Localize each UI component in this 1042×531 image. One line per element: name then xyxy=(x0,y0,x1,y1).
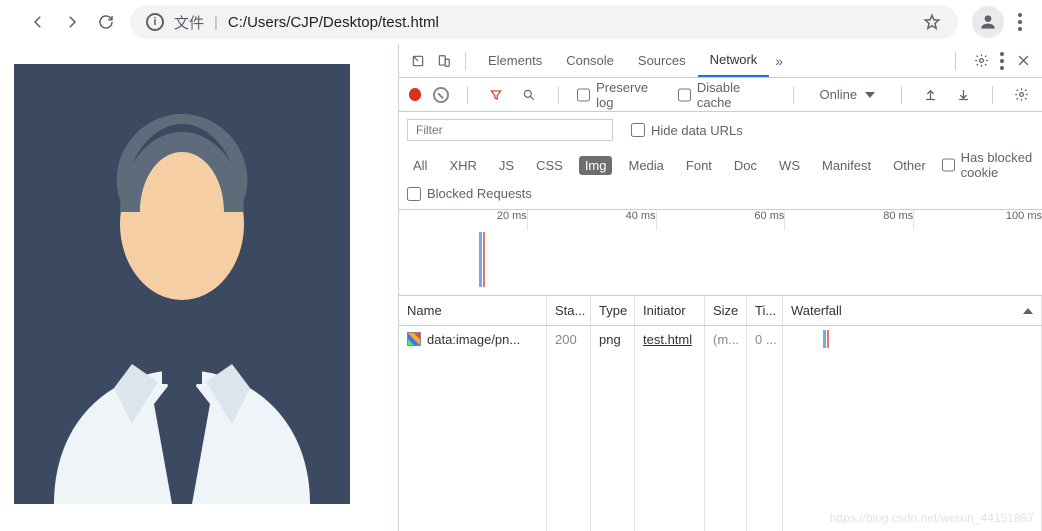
profile-avatar-icon[interactable] xyxy=(972,6,1004,38)
pill-all[interactable]: All xyxy=(407,156,433,175)
devtools-panel: Elements Console Sources Network » Prese… xyxy=(398,44,1042,531)
search-icon[interactable] xyxy=(519,84,540,106)
devtools-kebab-icon[interactable] xyxy=(1000,52,1004,70)
gear-icon[interactable] xyxy=(970,50,992,72)
sort-indicator-icon xyxy=(1023,308,1033,314)
record-icon[interactable] xyxy=(409,88,421,101)
filter-type-pills: All XHR JS CSS Img Media Font Doc WS Man… xyxy=(407,150,1034,180)
filter-icon[interactable] xyxy=(486,84,507,106)
resource-icon xyxy=(407,332,421,346)
avatar-image xyxy=(14,64,350,504)
address-bar[interactable]: i 文件 | C:/Users/CJP/Desktop/test.html xyxy=(130,5,958,39)
has-blocked-cookie-checkbox[interactable]: Has blocked cookie xyxy=(942,150,1034,180)
filter-input[interactable] xyxy=(407,119,613,141)
browser-toolbar: i 文件 | C:/Users/CJP/Desktop/test.html xyxy=(0,0,1042,44)
col-time[interactable]: Ti... xyxy=(747,296,783,325)
network-toolbar: Preserve log Disable cache Online xyxy=(399,78,1042,112)
col-initiator[interactable]: Initiator xyxy=(635,296,705,325)
network-table: Name Sta... Type Initiator Size Ti... Wa… xyxy=(399,296,1042,531)
disable-cache-checkbox[interactable]: Disable cache xyxy=(678,80,775,110)
page-content xyxy=(0,44,398,531)
devtools-tabs: Elements Console Sources Network » xyxy=(476,44,783,77)
filter-bar: Hide data URLs All XHR JS CSS Img Media … xyxy=(399,112,1042,210)
back-icon[interactable] xyxy=(28,12,48,32)
pill-xhr[interactable]: XHR xyxy=(443,156,482,175)
initiator-link[interactable]: test.html xyxy=(643,332,692,347)
tick: 20 ms xyxy=(399,210,527,230)
pill-media[interactable]: Media xyxy=(622,156,669,175)
close-icon[interactable] xyxy=(1012,50,1034,72)
col-name[interactable]: Name xyxy=(399,296,547,325)
inspect-icon[interactable] xyxy=(407,50,429,72)
pill-img[interactable]: Img xyxy=(579,156,613,175)
blocked-requests-checkbox[interactable]: Blocked Requests xyxy=(407,186,532,201)
file-scheme-label: 文件 xyxy=(174,12,204,33)
pill-ws[interactable]: WS xyxy=(773,156,806,175)
throttling-select[interactable]: Online xyxy=(812,87,884,102)
download-icon[interactable] xyxy=(953,84,974,106)
col-size[interactable]: Size xyxy=(705,296,747,325)
pill-other[interactable]: Other xyxy=(887,156,932,175)
col-status[interactable]: Sta... xyxy=(547,296,591,325)
pill-css[interactable]: CSS xyxy=(530,156,569,175)
star-icon[interactable] xyxy=(922,12,942,32)
devtools-header: Elements Console Sources Network » xyxy=(399,44,1042,78)
info-icon[interactable]: i xyxy=(146,13,164,31)
network-settings-icon[interactable] xyxy=(1011,84,1032,106)
pill-font[interactable]: Font xyxy=(680,156,718,175)
pill-js[interactable]: JS xyxy=(493,156,520,175)
more-tabs-icon[interactable]: » xyxy=(775,53,783,69)
tab-sources[interactable]: Sources xyxy=(626,44,698,77)
col-waterfall[interactable]: Waterfall xyxy=(783,296,1042,325)
tab-network[interactable]: Network xyxy=(698,44,770,77)
watermark: https://blog.csdn.net/weixin_44151887 xyxy=(830,511,1034,525)
url-text: C:/Users/CJP/Desktop/test.html xyxy=(228,14,439,31)
tick: 40 ms xyxy=(527,210,656,230)
upload-icon[interactable] xyxy=(920,84,941,106)
pill-manifest[interactable]: Manifest xyxy=(816,156,877,175)
kebab-menu-icon[interactable] xyxy=(1018,13,1022,31)
hide-data-urls-checkbox[interactable]: Hide data URLs xyxy=(631,123,743,138)
preserve-log-checkbox[interactable]: Preserve log xyxy=(577,80,666,110)
tab-console[interactable]: Console xyxy=(554,44,626,77)
table-header: Name Sta... Type Initiator Size Ti... Wa… xyxy=(399,296,1042,326)
forward-icon[interactable] xyxy=(62,12,82,32)
timeline-overview[interactable]: 20 ms 40 ms 60 ms 80 ms 100 ms xyxy=(399,210,1042,296)
reload-icon[interactable] xyxy=(96,12,116,32)
table-row[interactable]: data:image/pn... 200 png test.html (m...… xyxy=(399,326,1042,352)
col-type[interactable]: Type xyxy=(591,296,635,325)
tick: 100 ms xyxy=(913,210,1042,230)
table-empty-area xyxy=(399,352,1042,531)
pill-doc[interactable]: Doc xyxy=(728,156,763,175)
tick: 60 ms xyxy=(656,210,785,230)
clear-icon[interactable] xyxy=(433,87,448,103)
tick: 80 ms xyxy=(784,210,913,230)
url-divider: | xyxy=(214,14,218,31)
device-toggle-icon[interactable] xyxy=(433,50,455,72)
tab-elements[interactable]: Elements xyxy=(476,44,554,77)
